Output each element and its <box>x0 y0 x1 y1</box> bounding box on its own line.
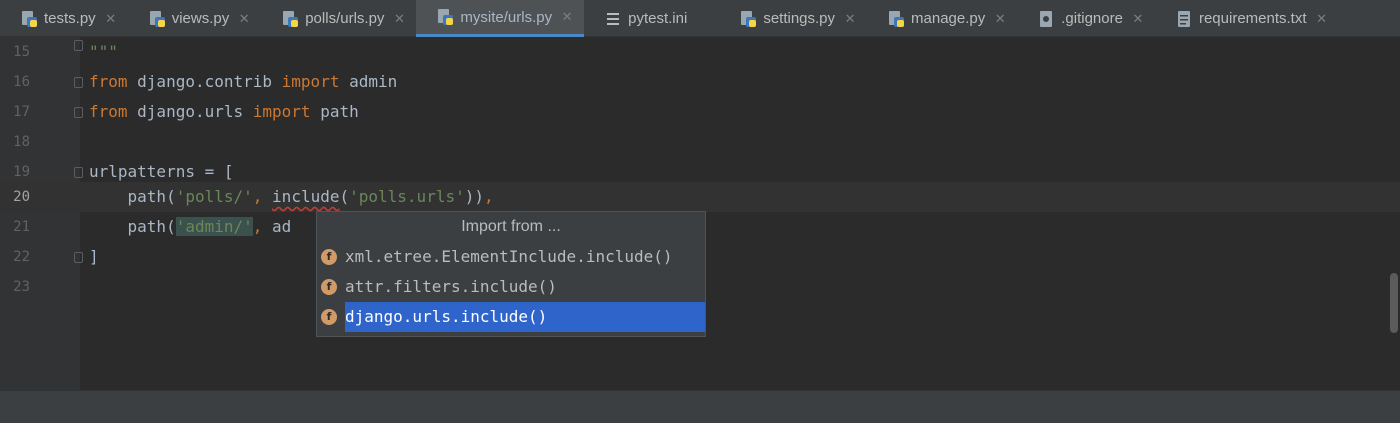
close-icon[interactable]: ✕ <box>993 11 1007 27</box>
tab-label: manage.py <box>911 10 986 27</box>
tab-mysite-urls-py[interactable]: mysite/urls.py ✕ <box>416 0 585 37</box>
python-file-icon <box>887 10 905 28</box>
import-option-label: django.urls.include() <box>345 302 705 332</box>
tab-label: settings.py <box>763 10 836 27</box>
python-file-icon <box>20 10 38 28</box>
tab-label: mysite/urls.py <box>460 8 553 26</box>
line-number: 20 <box>13 189 30 205</box>
fold-marker-icon[interactable] <box>74 107 83 118</box>
fold-marker-icon[interactable] <box>74 40 83 51</box>
code-line[interactable]: 17 from django.urls import path <box>0 97 1400 127</box>
tab-label: tests.py <box>44 10 96 27</box>
popup-title: Import from ... <box>461 218 561 235</box>
code-text: """ <box>89 42 118 61</box>
fold-marker-icon[interactable] <box>74 77 83 88</box>
tab-label: .gitignore <box>1061 10 1123 27</box>
line-number: 23 <box>13 279 30 295</box>
tab-views-py[interactable]: views.py ✕ <box>128 0 262 37</box>
close-icon[interactable]: ✕ <box>560 9 574 25</box>
code-line[interactable]: 18 <box>0 127 1400 157</box>
tab-gitignore[interactable]: .gitignore ✕ <box>1017 0 1155 37</box>
code-text: ] <box>89 247 99 266</box>
code-text: path('admin/', ad <box>89 217 292 236</box>
import-option-django-urls[interactable]: f django.urls.include() <box>317 302 705 332</box>
close-icon[interactable]: ✕ <box>1315 11 1329 27</box>
code-line[interactable]: 16 from django.contrib import admin <box>0 67 1400 97</box>
import-option-label: attr.filters.include() <box>345 277 557 296</box>
line-number: 21 <box>13 219 30 235</box>
current-code-line[interactable]: 20 path('polls/', include('polls.urls'))… <box>0 182 1400 212</box>
python-file-icon <box>281 10 299 28</box>
code-text: from django.contrib import admin <box>89 72 398 91</box>
line-number: 17 <box>13 104 30 120</box>
ini-file-icon <box>604 10 622 28</box>
close-icon[interactable]: ✕ <box>392 11 406 27</box>
text-file-icon <box>1175 10 1193 28</box>
import-option-xml-etree[interactable]: f xml.etree.ElementInclude.include() <box>317 242 705 272</box>
tab-tests-py[interactable]: tests.py ✕ <box>0 0 128 37</box>
function-icon: f <box>321 309 337 325</box>
tab-settings-py[interactable]: settings.py ✕ <box>719 0 867 37</box>
import-option-label: xml.etree.ElementInclude.include() <box>345 247 673 266</box>
line-number: 15 <box>13 44 30 60</box>
vertical-scrollbar-thumb[interactable] <box>1390 273 1398 333</box>
python-file-icon <box>436 8 454 26</box>
fold-marker-icon[interactable] <box>74 252 83 263</box>
close-icon[interactable]: ✕ <box>843 11 857 27</box>
tab-pytest-ini[interactable]: pytest.ini <box>584 0 719 37</box>
gitignore-file-icon <box>1037 10 1055 28</box>
import-option-attr-filters[interactable]: f attr.filters.include() <box>317 272 705 302</box>
line-number: 16 <box>13 74 30 90</box>
bottom-panel-strip <box>0 390 1400 423</box>
editor-tab-bar: tests.py ✕ views.py ✕ polls/urls.py ✕ mysite/u… <box>0 0 1400 37</box>
close-icon[interactable]: ✕ <box>1131 11 1145 27</box>
tab-label: requirements.txt <box>1198 10 1307 27</box>
tab-polls-urls-py[interactable]: polls/urls.py ✕ <box>261 0 416 37</box>
fold-marker-icon[interactable] <box>74 167 83 178</box>
python-file-icon <box>739 10 757 28</box>
tab-requirements-txt[interactable]: requirements.txt ✕ <box>1155 0 1339 37</box>
function-icon: f <box>321 249 337 265</box>
close-icon[interactable]: ✕ <box>104 11 118 27</box>
code-text: path('polls/', include('polls.urls')), <box>89 187 494 206</box>
code-line[interactable]: 15 """ <box>0 37 1400 67</box>
python-file-icon <box>148 10 166 28</box>
line-number: 22 <box>13 249 30 265</box>
tab-label: views.py <box>171 10 230 27</box>
tab-manage-py[interactable]: manage.py ✕ <box>867 0 1017 37</box>
line-number: 18 <box>13 134 30 150</box>
tab-label: pytest.ini <box>628 10 688 27</box>
code-text: from django.urls import path <box>89 102 359 121</box>
import-from-popup: Import from ... f xml.etree.ElementInclu… <box>316 211 706 337</box>
close-icon[interactable]: ✕ <box>237 11 251 27</box>
tab-label: polls/urls.py <box>305 10 385 27</box>
function-icon: f <box>321 279 337 295</box>
